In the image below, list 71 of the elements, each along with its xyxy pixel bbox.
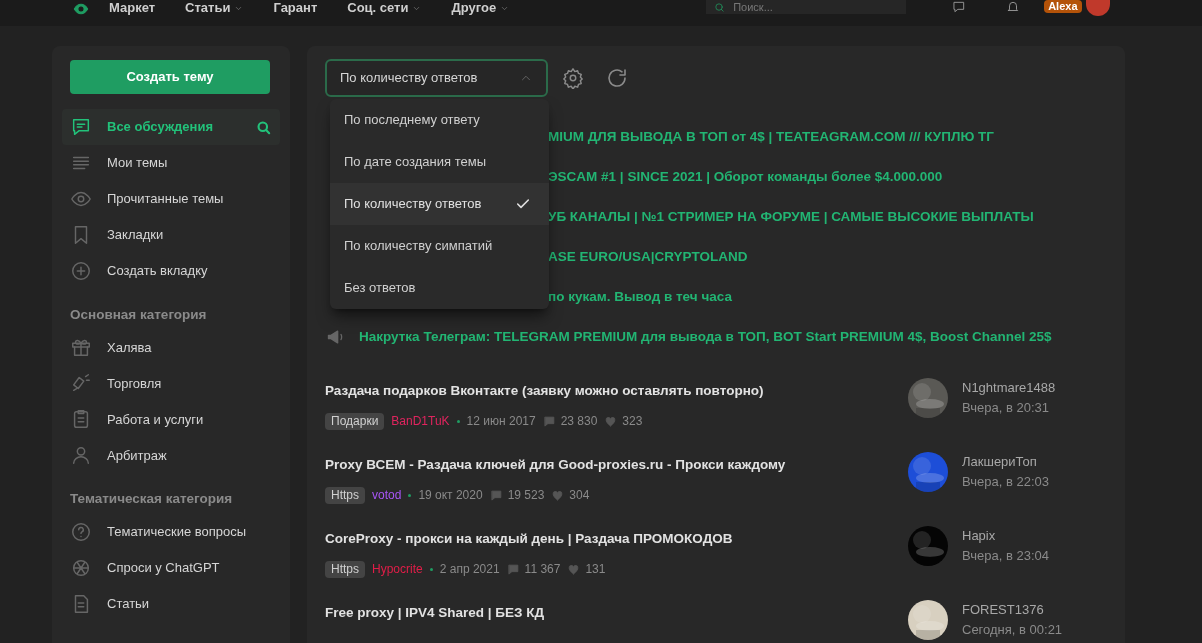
prefix-tag[interactable]: Подарки [325, 412, 385, 430]
like-count: 323 [622, 413, 643, 430]
sidebar-item[interactable]: Спроси у ChatGPT [62, 549, 280, 586]
chat-icon [70, 116, 92, 138]
reply-count: 11 367 [524, 561, 561, 578]
thread-date: 12 июн 2017 [466, 413, 536, 430]
last-reply-time: Вчера, в 20:31 [962, 399, 1050, 417]
author-link[interactable]: votod [372, 486, 402, 504]
sidebar-item[interactable]: Тематические вопросы [62, 513, 280, 550]
sidebar-item[interactable]: Создать вкладку [62, 253, 280, 289]
settings-icon[interactable] [562, 67, 584, 89]
reply-count: 23 830 [560, 413, 598, 430]
user-badge: Alexa [1044, 0, 1082, 13]
pinned-thread-title[interactable]: УБ КАНАЛЫ | №1 СТРИМЕР НА ФОРУМЕ | САМЫЕ ВЫСОКИЕ ВЫПЛАТЫ [548, 206, 1034, 228]
plus-circle-icon [70, 260, 92, 282]
thread-date: 19 окт 2020 [418, 487, 483, 504]
last-reply-time: Сегодня, в 00:21 [962, 621, 1063, 639]
nav-link[interactable]: Маркет [109, 1, 156, 15]
pinned-thread-title[interactable]: ASE EURO/USA|CRYPTOLAND [548, 246, 748, 268]
nav-link[interactable]: Другое [451, 1, 510, 15]
reply-count: 19 523 [507, 487, 545, 504]
username-link[interactable]: FOREST1376 [962, 601, 1063, 619]
thread-title[interactable]: CoreProxy - прокси на каждый день | Раздача ПРОМОКОДОВ [325, 530, 910, 548]
comment-icon [506, 562, 520, 576]
sort-dropdown[interactable]: По количеству ответов [325, 59, 548, 97]
sidebar-item[interactable]: Торговля [62, 365, 280, 402]
nav-link[interactable]: Соц. сети [347, 1, 422, 15]
pinned-thread-title[interactable]: ЭSCAM #1 | SINCE 2021 | Оборот команды более $4.000.000 [548, 166, 943, 188]
comment-icon [542, 414, 556, 428]
section-heading: Основная категория [69, 306, 208, 324]
pinned-thread-title[interactable]: по кукам. Вывод в теч часа [548, 286, 732, 308]
search-icon [714, 1, 726, 13]
heart-icon [567, 562, 581, 576]
sort-option[interactable]: Без ответов [330, 267, 549, 309]
thread-title[interactable]: Proxy ВСЕМ - Раздача ключей для Good-proxies.ru - Прокси каждому [325, 456, 910, 474]
thread-title[interactable]: Раздача подарков Вконтакте (заявку можно оставлять повторно) [325, 382, 910, 400]
sidebar-item[interactable]: Статьи [62, 585, 280, 622]
last-reply-time: Вчера, в 22:03 [962, 473, 1049, 491]
username-link[interactable]: Hapix [962, 527, 1049, 545]
sort-option[interactable]: По количеству ответов [330, 183, 549, 225]
last-reply-time: Вчера, в 23:04 [962, 547, 1049, 565]
nav-link[interactable]: Гарант [273, 1, 318, 15]
sidebar-item[interactable]: Прочитанные темы [62, 181, 280, 217]
thread-title[interactable]: Free proxy | IPV4 Shared | БЕЗ КД [325, 604, 910, 622]
sidebar-item[interactable]: Арбитраж [62, 437, 280, 474]
question-icon [70, 520, 92, 543]
nav-link[interactable]: Статьи [185, 1, 244, 15]
comment-icon [489, 488, 503, 502]
user-avatar[interactable] [1085, 0, 1110, 16]
username-link[interactable]: ЛакшериТоп [962, 453, 1049, 471]
pinned-thread-title[interactable]: Накрутка Телеграм: TELEGRAM PREMIUM для вывода в ТОП, BOT Start PREMIUM 4$, Boost Channel 25$ [359, 326, 1052, 348]
like-count: 131 [585, 561, 606, 578]
like-count: 304 [569, 487, 590, 504]
sidebar-item[interactable]: Закладки [62, 217, 280, 253]
user-icon [70, 444, 92, 467]
sidebar-item[interactable]: Халява [62, 329, 280, 366]
sort-option[interactable]: По количеству симпатий [330, 225, 549, 267]
sort-option[interactable]: По дате создания темы [330, 141, 549, 183]
pinned-thread-title[interactable]: MIUM ДЛЯ ВЫВОДА В ТОП от 4$ | TEATEAGRAM.COM /// КУПЛЮ ТГ [548, 126, 994, 148]
prefix-tag[interactable]: Https [325, 560, 365, 578]
section-heading: Тематическая категория [69, 490, 234, 509]
prefix-tag[interactable]: Https [325, 486, 365, 504]
thread-date: 2 апр 2021 [439, 561, 500, 578]
heart-icon [551, 488, 565, 502]
refresh-icon[interactable] [605, 66, 629, 90]
heart-icon [604, 414, 618, 428]
username-link[interactable]: N1ghtmare1488 [962, 379, 1056, 397]
sort-option[interactable]: По последнему ответу [330, 99, 549, 141]
sidebar-item[interactable]: Работа и услуги [62, 401, 280, 438]
sidebar-item[interactable]: Все обсуждения [62, 109, 280, 145]
sidebar-item[interactable]: Мои темы [62, 145, 280, 181]
